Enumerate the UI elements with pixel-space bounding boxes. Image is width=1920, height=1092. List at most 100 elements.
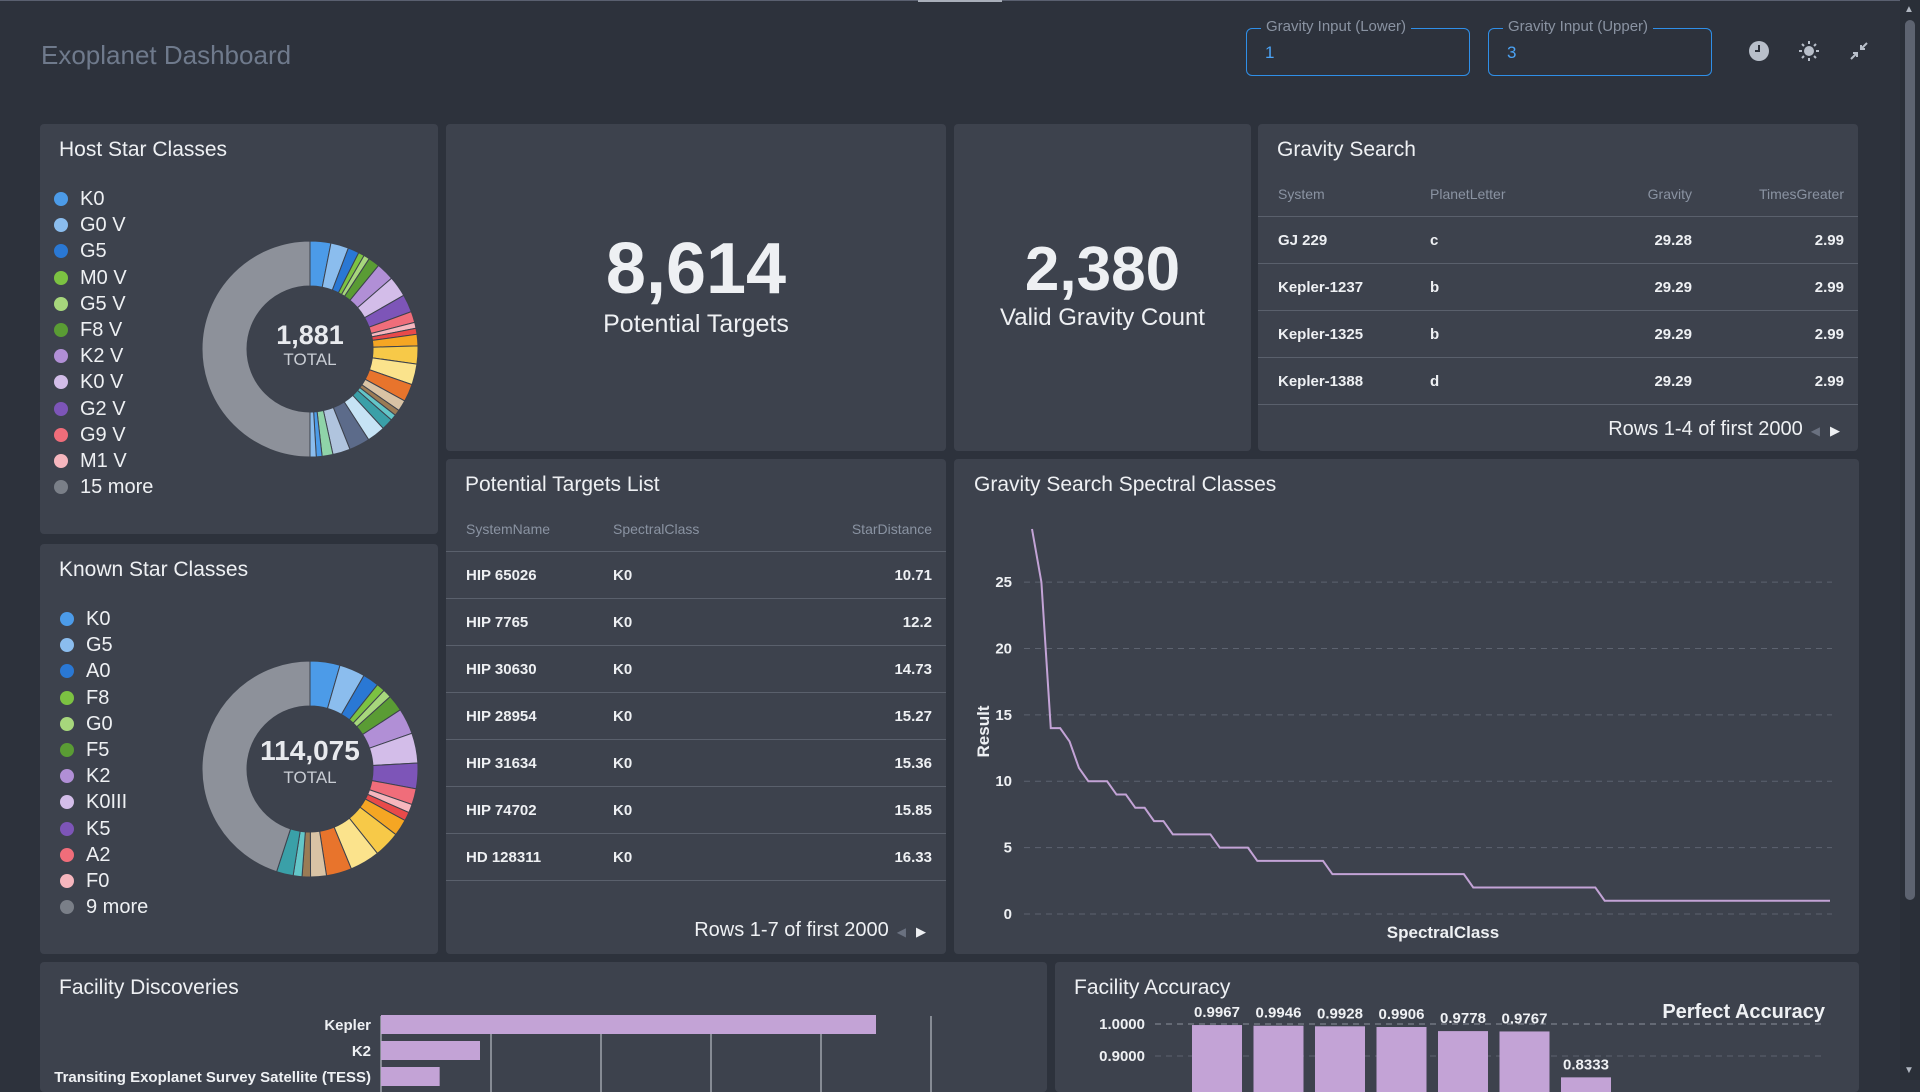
- legend-dot-icon: [54, 218, 68, 233]
- legend-label: K2 V: [80, 345, 124, 368]
- clock-icon[interactable]: [1746, 38, 1772, 64]
- legend-item[interactable]: K2 V: [54, 343, 153, 369]
- legend-label: 9 more: [86, 896, 149, 919]
- legend-label: M1 V: [80, 449, 127, 472]
- scrollbar-thumb[interactable]: [1905, 20, 1915, 900]
- legend-dot-icon: [60, 847, 74, 862]
- table-row[interactable]: HIP 30630 K0 14.73: [446, 645, 946, 693]
- category-label: K2: [352, 1043, 371, 1060]
- category-label: Transiting Exoplanet Survey Satellite (T…: [54, 1069, 371, 1086]
- cell-system: GJ 229: [1258, 216, 1429, 264]
- legend-item[interactable]: K0: [60, 606, 148, 632]
- prev-page-icon[interactable]: ◀: [1811, 424, 1820, 438]
- legend-item[interactable]: A0: [60, 658, 148, 684]
- legend-label: G5: [80, 240, 107, 263]
- col-header-timesgreater[interactable]: TimesGreater: [1693, 172, 1858, 217]
- scroll-down-icon[interactable]: ▼: [1904, 1065, 1914, 1076]
- page-scrollbar[interactable]: ▲ ▼: [1900, 0, 1920, 1080]
- facility-accuracy-chart[interactable]: 1.0000 0.9000 0.9967 0.9946 0.9928 0.9906 0.97…: [1055, 962, 1859, 1092]
- spectral-line-card: Gravity Search Spectral Classes 0 5 10 15 20…: [954, 459, 1859, 954]
- table-row[interactable]: HIP 7765 K0 12.2: [446, 598, 946, 646]
- legend-item[interactable]: G5: [60, 632, 148, 658]
- cell-spectralclass: K0: [612, 551, 774, 599]
- legend-item[interactable]: M0 V: [54, 265, 153, 291]
- table-row[interactable]: HD 128311 K0 16.33: [446, 833, 946, 881]
- potential-targets-label: Potential Targets: [603, 310, 789, 338]
- bar[interactable]: [381, 1041, 480, 1060]
- table-row[interactable]: HIP 28954 K0 15.27: [446, 692, 946, 740]
- legend-item[interactable]: 9 more: [60, 894, 148, 920]
- cell-gravity: 29.29: [1571, 310, 1693, 358]
- table-row[interactable]: Kepler-1237 b 29.29 2.99: [1258, 263, 1858, 311]
- pager-text: Rows 1-7 of first 2000: [694, 919, 889, 941]
- legend-item[interactable]: K0: [54, 186, 153, 212]
- bar[interactable]: [1315, 1026, 1365, 1092]
- legend-item[interactable]: G2 V: [54, 396, 153, 422]
- table-row[interactable]: HIP 65026 K0 10.71: [446, 551, 946, 599]
- host-star-total-label: TOTAL: [283, 350, 337, 369]
- col-header-gravity[interactable]: Gravity: [1571, 172, 1693, 217]
- host-star-card: Host Star Classes K0 G0 V G5 M0 V G5 V F8 V K2…: [40, 124, 438, 534]
- col-header-systemname[interactable]: SystemName: [446, 507, 612, 552]
- gravity-lower-value[interactable]: 1: [1265, 43, 1274, 63]
- facility-discoveries-chart[interactable]: Kepler K2 Transiting Exoplanet Survey Sate…: [40, 962, 1047, 1092]
- table-row[interactable]: HIP 31634 K0 15.36: [446, 739, 946, 787]
- bar[interactable]: [1499, 1031, 1550, 1092]
- legend-label: F5: [86, 738, 110, 761]
- prev-page-icon[interactable]: ◀: [897, 925, 906, 939]
- scroll-up-icon[interactable]: ▲: [1904, 4, 1914, 15]
- cell-timesgreater: 2.99: [1693, 263, 1858, 311]
- cell-stardistance: 15.27: [774, 692, 946, 740]
- top-drag-handle[interactable]: [918, 0, 1002, 2]
- legend-item[interactable]: G5 V: [54, 291, 153, 317]
- col-header-spectralclass[interactable]: SpectralClass: [612, 507, 774, 552]
- bar[interactable]: [1253, 1025, 1304, 1092]
- cell-planetletter: d: [1429, 357, 1571, 405]
- legend-item[interactable]: K5: [60, 816, 148, 842]
- bar[interactable]: [1192, 1025, 1242, 1092]
- table-row[interactable]: GJ 229 c 29.28 2.99: [1258, 216, 1858, 264]
- collapse-icon[interactable]: [1846, 38, 1872, 64]
- legend-item[interactable]: F5: [60, 737, 148, 763]
- gravity-upper-value[interactable]: 3: [1507, 43, 1516, 63]
- legend-item[interactable]: K0III: [60, 789, 148, 815]
- legend-item[interactable]: K0 V: [54, 369, 153, 395]
- legend-item[interactable]: A2: [60, 842, 148, 868]
- col-header-system[interactable]: System: [1258, 172, 1429, 217]
- spectral-line-chart[interactable]: 0 5 10 15 20 25 SpectralClass Result: [954, 459, 1859, 954]
- bar[interactable]: [381, 1015, 876, 1034]
- legend-item[interactable]: F0: [60, 868, 148, 894]
- table-row[interactable]: Kepler-1325 b 29.29 2.99: [1258, 310, 1858, 358]
- cell-stardistance: 15.85: [774, 786, 946, 834]
- bar[interactable]: [381, 1067, 440, 1086]
- legend-item[interactable]: G9 V: [54, 422, 153, 448]
- legend-dot-icon: [54, 480, 68, 495]
- legend-item[interactable]: K2: [60, 763, 148, 789]
- cell-planetletter: b: [1429, 263, 1571, 311]
- potential-targets-card: 8,614 Potential Targets: [446, 124, 946, 451]
- legend-item[interactable]: 15 more: [54, 474, 153, 500]
- next-page-icon[interactable]: ▶: [916, 924, 926, 939]
- table-row[interactable]: HIP 74702 K0 15.85: [446, 786, 946, 834]
- legend-item[interactable]: G5: [54, 238, 153, 264]
- gravity-upper-input[interactable]: Gravity Input (Upper) 3: [1488, 18, 1712, 76]
- theme-sun-icon[interactable]: [1796, 38, 1822, 64]
- cell-gravity: 29.29: [1571, 263, 1693, 311]
- cell-systemname: HD 128311: [446, 833, 612, 881]
- legend-item[interactable]: G0 V: [54, 212, 153, 238]
- bar[interactable]: [1376, 1027, 1427, 1092]
- bar[interactable]: [1438, 1031, 1488, 1092]
- host-star-title: Host Star Classes: [59, 138, 228, 161]
- legend-item[interactable]: F8: [60, 685, 148, 711]
- legend-label: F8 V: [80, 318, 123, 341]
- legend-label: G9 V: [80, 423, 126, 446]
- table-row[interactable]: Kepler-1388 d 29.29 2.99: [1258, 357, 1858, 405]
- legend-item[interactable]: F8 V: [54, 317, 153, 343]
- legend-item[interactable]: G0: [60, 711, 148, 737]
- col-header-stardistance[interactable]: StarDistance: [774, 507, 946, 552]
- legend-dot-icon: [60, 664, 74, 679]
- legend-item[interactable]: M1 V: [54, 448, 153, 474]
- next-page-icon[interactable]: ▶: [1830, 423, 1840, 438]
- gravity-lower-input[interactable]: Gravity Input (Lower) 1: [1246, 18, 1470, 76]
- col-header-planetletter[interactable]: PlanetLetter: [1429, 172, 1571, 217]
